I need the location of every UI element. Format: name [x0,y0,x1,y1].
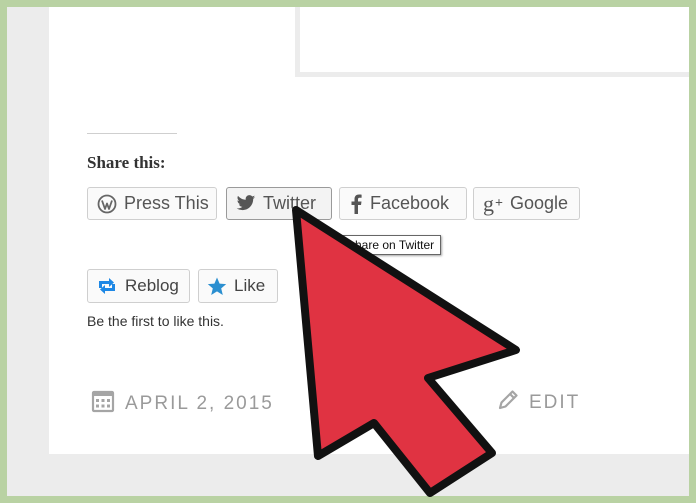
like-button[interactable]: Like [198,269,278,303]
author-icon [309,389,331,418]
google-plus-share-button[interactable]: g + Google [473,187,580,220]
twitter-label: Twitter [263,193,317,213]
edit-link[interactable]: EDIT [497,389,580,417]
screenshot-frame: Share this: Press This Twitter Facebook … [7,7,689,496]
embedded-content-box [295,7,689,77]
google-plus-icon: g + [483,190,503,216]
facebook-share-button[interactable]: Facebook [339,187,467,220]
like-label: Like [234,276,266,295]
press-this-label: Press This [124,193,209,213]
reblog-label: Reblog [125,276,179,295]
like-status-text: Be the first to like this. [87,313,224,329]
twitter-tooltip: share on Twitter [342,235,442,255]
facebook-icon [349,194,363,214]
twitter-share-button[interactable]: Twitter [226,187,332,220]
twitter-bird-icon [236,195,256,212]
reblog-icon [96,277,118,295]
wordpress-icon [97,194,117,214]
press-this-button[interactable]: Press This [87,187,217,220]
post-date-text: APRIL 2, 2015 [125,393,274,414]
calendar-icon [91,389,115,419]
share-divider [87,133,177,134]
star-icon [207,277,227,296]
reblog-button[interactable]: Reblog [87,269,190,303]
share-heading: Share this: [87,153,166,172]
pencil-icon [497,389,519,417]
google-label: Google [509,193,569,213]
post-date[interactable]: APRIL 2, 2015 [91,389,274,419]
facebook-label: Facebook [370,193,450,213]
edit-label: EDIT [529,392,581,413]
